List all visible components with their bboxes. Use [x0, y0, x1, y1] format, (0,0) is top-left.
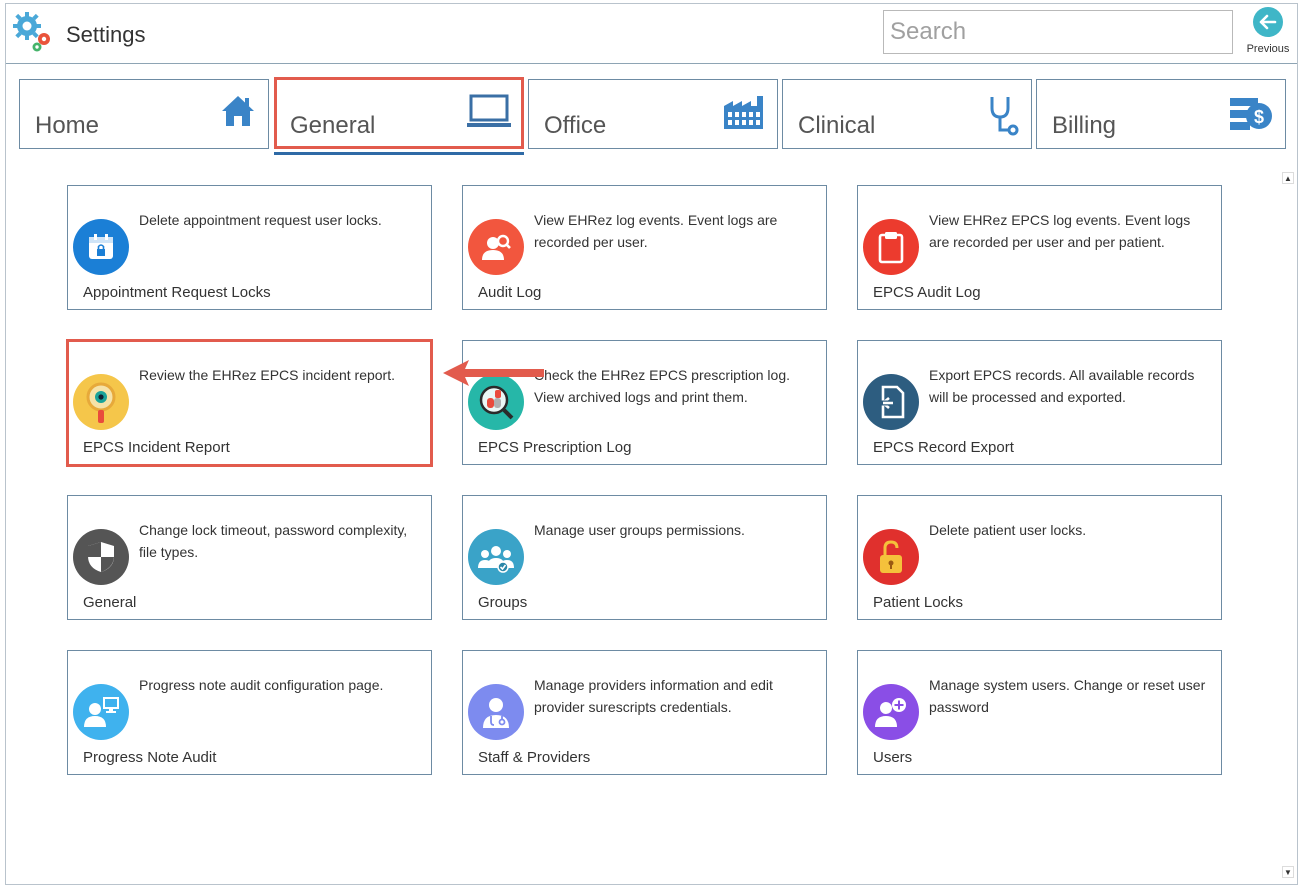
card-description: Manage providers information and edit pr… [534, 677, 773, 715]
card-title: EPCS Record Export [873, 439, 1014, 456]
card-highlight-box [66, 339, 433, 467]
settings-window: Settings Previous Home General Office Cl… [5, 3, 1298, 885]
app-title: Settings [66, 22, 146, 47]
settings-gears-icon [11, 8, 51, 52]
tab-home[interactable]: Home [19, 79, 269, 149]
header: Settings Previous [6, 4, 1297, 64]
stethoscope-icon [987, 94, 1019, 143]
svg-text:$: $ [1254, 107, 1264, 127]
card-description: View EHRez log events. Event logs are re… [534, 212, 778, 250]
card-description: Delete patient user locks. [929, 522, 1087, 538]
scroll-down-button[interactable]: ▼ [1282, 866, 1294, 878]
tab-label: Home [35, 112, 100, 139]
card-epcs-record-export[interactable]: Export EPCS records. All available recor… [857, 340, 1222, 465]
card-general[interactable]: Change lock timeout, password complexity… [67, 495, 432, 620]
user-search-icon [468, 219, 524, 275]
file-export-icon [863, 374, 919, 430]
card-groups[interactable]: Manage user groups permissions. Groups [462, 495, 827, 620]
search-input[interactable] [883, 10, 1233, 54]
card-title: EPCS Audit Log [873, 284, 981, 301]
card-description: Manage system users. Change or reset use… [929, 677, 1206, 715]
tab-label: Office [544, 112, 607, 139]
card-title: Audit Log [478, 284, 542, 301]
user-monitor-icon [73, 684, 129, 740]
tab-label: Billing [1052, 112, 1117, 139]
doctor-icon [468, 684, 524, 740]
card-title: Users [873, 749, 913, 766]
card-appointment-request-locks[interactable]: Delete appointment request user locks. A… [67, 185, 432, 310]
padlock-icon [863, 529, 919, 585]
shield-icon [73, 529, 129, 585]
card-title: EPCS Prescription Log [478, 439, 632, 456]
card-description: View EHRez EPCS log events. Event logs a… [929, 212, 1191, 250]
card-description: Progress note audit configuration page. [139, 677, 384, 693]
previous-label: Previous [1246, 43, 1290, 55]
card-progress-note-audit[interactable]: Progress note audit configuration page. … [67, 650, 432, 775]
active-tab-indicator [274, 152, 524, 155]
tab-label: Clinical [798, 112, 876, 139]
annotation-arrow-icon [441, 358, 546, 393]
card-title: Patient Locks [873, 594, 964, 611]
tab-office[interactable]: Office [528, 79, 778, 149]
card-description: Export EPCS records. All available recor… [929, 367, 1195, 405]
card-users[interactable]: Manage system users. Change or reset use… [857, 650, 1222, 775]
home-icon [220, 94, 256, 133]
card-audit-log[interactable]: View EHRez log events. Event logs are re… [462, 185, 827, 310]
factory-icon [723, 94, 765, 135]
billing-icon: $ [1229, 94, 1273, 139]
tab-clinical[interactable]: Clinical [782, 79, 1032, 149]
clipboard-icon [863, 219, 919, 275]
tab-billing[interactable]: Billing $ [1036, 79, 1286, 149]
card-title: Progress Note Audit [83, 749, 217, 766]
card-staff-providers[interactable]: Manage providers information and edit pr… [462, 650, 827, 775]
card-title: Appointment Request Locks [83, 284, 271, 301]
card-description: Manage user groups permissions. [534, 522, 745, 538]
tab-highlight-box [274, 77, 524, 149]
add-user-icon [863, 684, 919, 740]
card-description: Delete appointment request user locks. [139, 212, 382, 228]
calendar-lock-icon [73, 219, 129, 275]
card-title: Staff & Providers [478, 749, 591, 766]
card-title: Groups [478, 594, 528, 611]
card-patient-locks[interactable]: Delete patient user locks. Patient Locks [857, 495, 1222, 620]
card-description: Change lock timeout, password complexity… [139, 522, 408, 560]
card-description: Check the EHRez EPCS prescription log. V… [534, 367, 790, 405]
scroll-up-button[interactable]: ▲ [1282, 172, 1294, 184]
previous-button[interactable]: Previous [1243, 6, 1293, 60]
group-icon [468, 529, 524, 585]
card-epcs-audit-log[interactable]: View EHRez EPCS log events. Event logs a… [857, 185, 1222, 310]
card-title: General [83, 594, 137, 611]
back-arrow-icon [1253, 7, 1283, 37]
